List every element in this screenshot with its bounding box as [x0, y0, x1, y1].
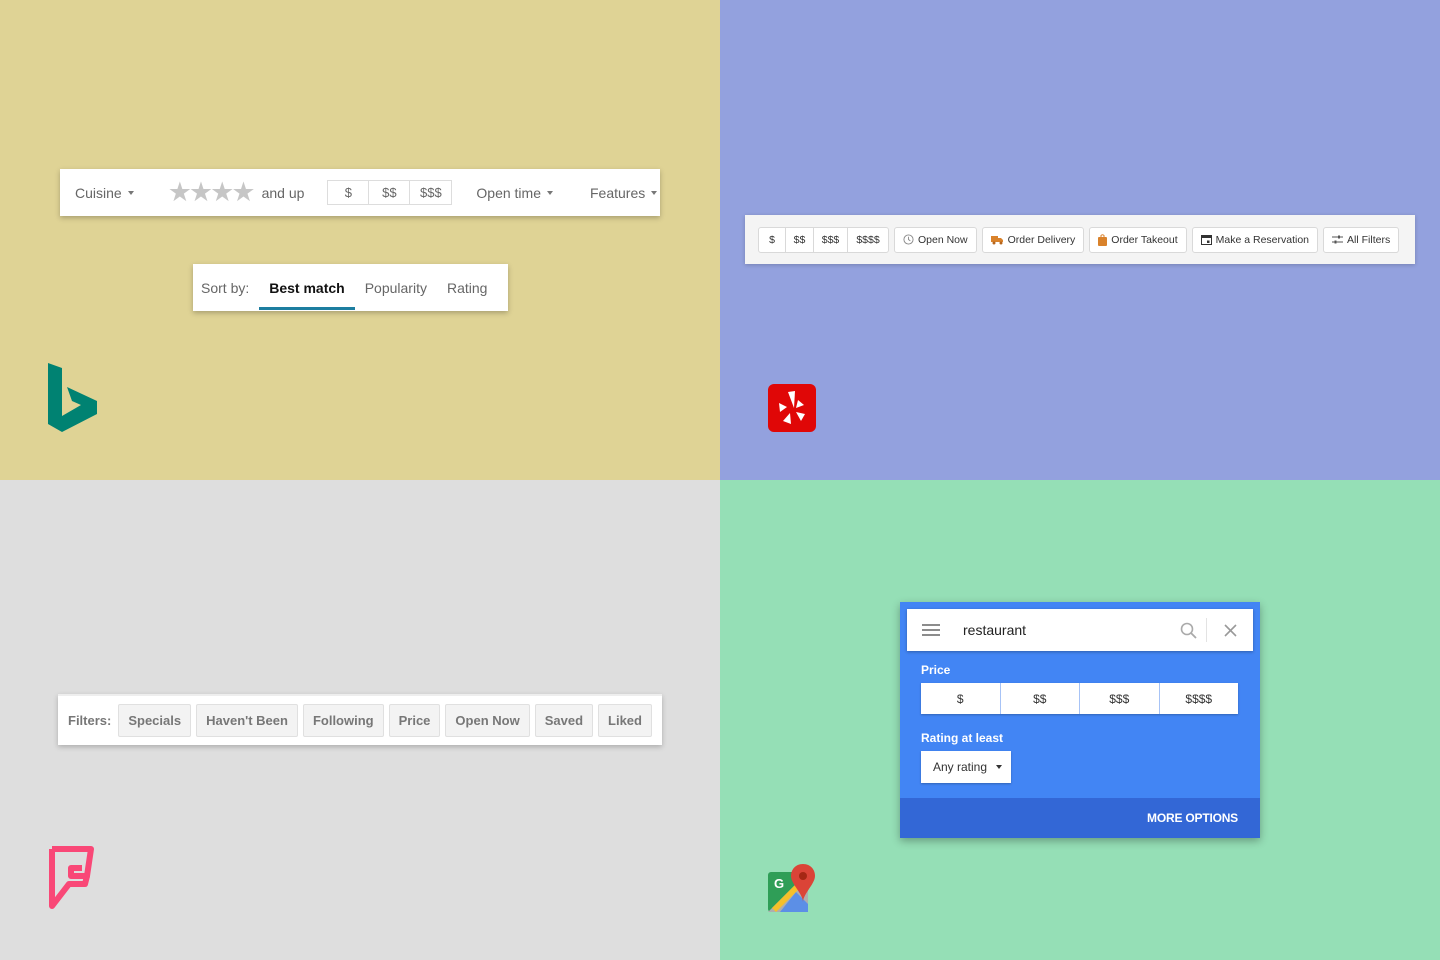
- order-takeout-button[interactable]: Order Takeout: [1089, 226, 1187, 253]
- star-icon[interactable]: ★: [168, 179, 192, 206]
- sort-tab-popularity[interactable]: Popularity: [355, 264, 437, 311]
- price-option-3[interactable]: $$$: [814, 227, 848, 252]
- takeout-bag-icon: [1098, 233, 1108, 246]
- svg-text:G: G: [774, 876, 784, 891]
- price-option-1[interactable]: $: [921, 683, 1001, 714]
- star-icon[interactable]: ★: [189, 179, 213, 206]
- bing-quadrant: [0, 0, 720, 480]
- price-filter-group: $ $$ $$$ $$$$: [921, 683, 1238, 714]
- open-time-label: Open time: [476, 184, 541, 201]
- make-reservation-label: Make a Reservation: [1215, 233, 1310, 246]
- clock-icon: [903, 234, 914, 245]
- close-icon: [1223, 623, 1237, 637]
- star-icon[interactable]: ★: [210, 179, 234, 206]
- yelp-logo-icon: [768, 384, 816, 432]
- filter-chip-following[interactable]: Following: [302, 704, 384, 737]
- filter-chip-saved[interactable]: Saved: [534, 704, 594, 737]
- bing-sort-bar: Sort by: Best match Popularity Rating: [193, 264, 508, 311]
- price-option-2[interactable]: $$: [786, 227, 814, 252]
- price-filter-group: $ $$ $$$ $$$$: [758, 226, 889, 253]
- and-up-label: and up: [261, 184, 305, 201]
- gmaps-filter-panel: Price $ $$ $$$ $$$$ Rating at least Any …: [900, 602, 1260, 838]
- bing-filter-bar: Cuisine ★ ★ ★ ★ and up $ $$ $$$ Open tim…: [60, 169, 660, 216]
- price-option-1[interactable]: $: [759, 227, 786, 252]
- rating-label: Rating at least: [921, 731, 1004, 745]
- order-delivery-button[interactable]: Order Delivery: [981, 226, 1085, 253]
- chevron-down-icon: [127, 190, 134, 195]
- more-options-button[interactable]: MORE OPTIONS: [1147, 811, 1238, 825]
- sliders-icon: [1332, 235, 1344, 244]
- price-option-4[interactable]: $$$$: [1160, 683, 1239, 714]
- open-now-label: Open Now: [918, 233, 968, 246]
- panel-footer: MORE OPTIONS: [900, 798, 1260, 838]
- search-input[interactable]: [955, 622, 1170, 638]
- google-maps-logo-icon: G: [768, 864, 815, 912]
- open-time-dropdown[interactable]: Open time: [476, 185, 553, 201]
- price-option-3[interactable]: $$$: [1080, 683, 1160, 714]
- search-icon: [1180, 622, 1197, 639]
- search-box: [907, 609, 1253, 651]
- yelp-filter-bar: $ $$ $$$ $$$$ Open Now Order Delivery Or…: [745, 215, 1415, 264]
- cuisine-label: Cuisine: [75, 184, 122, 201]
- star-icon[interactable]: ★: [231, 179, 255, 206]
- sort-by-label: Sort by:: [201, 279, 250, 296]
- chevron-down-icon: [996, 765, 1003, 769]
- price-option-2[interactable]: $$: [1001, 683, 1080, 714]
- make-reservation-button[interactable]: Make a Reservation: [1191, 226, 1319, 253]
- price-option-1[interactable]: $: [328, 181, 370, 204]
- search-button[interactable]: [1170, 622, 1206, 639]
- calendar-icon: [1200, 235, 1212, 245]
- filter-chip-price[interactable]: Price: [388, 704, 441, 737]
- filters-label: Filters:: [68, 713, 112, 728]
- filter-chip-liked[interactable]: Liked: [598, 704, 652, 737]
- cuisine-dropdown[interactable]: Cuisine: [75, 185, 134, 201]
- foursquare-logo-icon: [49, 846, 94, 909]
- star-rating-filter[interactable]: ★ ★ ★ ★ and up: [168, 179, 305, 206]
- price-option-3[interactable]: $$$: [410, 181, 451, 204]
- filter-chip-open-now[interactable]: Open Now: [445, 704, 530, 737]
- open-now-button[interactable]: Open Now: [894, 226, 977, 253]
- bing-logo-icon: [48, 363, 97, 432]
- features-dropdown[interactable]: Features: [590, 184, 658, 201]
- filter-chip-specials[interactable]: Specials: [118, 704, 192, 737]
- price-option-2[interactable]: $$: [369, 181, 411, 204]
- foursquare-filter-bar: Filters: Specials Haven't Been Following…: [58, 694, 662, 745]
- delivery-truck-icon: [990, 235, 1003, 244]
- chevron-down-icon: [547, 190, 553, 195]
- price-filter-group: $ $$ $$$: [327, 180, 453, 205]
- features-label: Features: [590, 184, 646, 201]
- sort-tab-rating[interactable]: Rating: [437, 264, 497, 311]
- price-label: Price: [921, 663, 951, 677]
- all-filters-label: All Filters: [1347, 233, 1391, 246]
- filter-chip-havent-been[interactable]: Haven't Been: [196, 704, 298, 737]
- price-option-4[interactable]: $$$$: [848, 228, 888, 252]
- hamburger-menu-icon: [922, 624, 940, 636]
- order-delivery-label: Order Delivery: [1007, 233, 1076, 246]
- sort-tab-best-match[interactable]: Best match: [259, 264, 356, 311]
- menu-button[interactable]: [907, 624, 955, 636]
- all-filters-button[interactable]: All Filters: [1323, 226, 1400, 253]
- order-takeout-label: Order Takeout: [1111, 233, 1178, 246]
- rating-value: Any rating: [933, 760, 988, 774]
- rating-dropdown[interactable]: Any rating: [921, 751, 1011, 783]
- clear-search-button[interactable]: [1207, 623, 1253, 637]
- chevron-down-icon: [651, 190, 658, 195]
